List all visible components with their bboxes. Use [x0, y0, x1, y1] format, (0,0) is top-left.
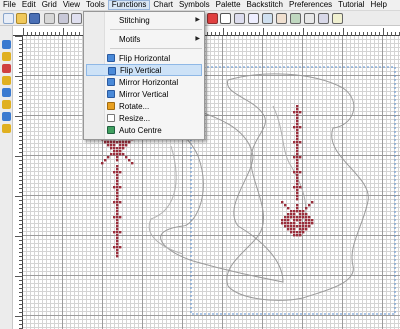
- preview-icon[interactable]: [304, 13, 315, 24]
- colour-icon[interactable]: [290, 13, 301, 24]
- menu-item-label: Motifs: [119, 34, 141, 44]
- menu-edit[interactable]: Edit: [19, 0, 39, 10]
- stitch-icon[interactable]: [220, 13, 231, 24]
- cross-stitch-motif-left[interactable]: [101, 129, 134, 258]
- functions-menu: Stitching ▶ Motifs ▶ Flip Horizontal Fli…: [83, 11, 205, 140]
- menu-item-label: Auto Centre: [119, 125, 162, 135]
- menu-grid[interactable]: Grid: [39, 0, 60, 10]
- menu-item-label: Rotate...: [119, 101, 150, 111]
- menu-item-label: Flip Horizontal: [119, 53, 171, 63]
- vertical-ruler: [13, 36, 23, 329]
- mirror-vertical-icon: [107, 90, 115, 98]
- pencil-tool-icon[interactable]: [2, 52, 11, 61]
- menu-tutorial[interactable]: Tutorial: [335, 0, 367, 10]
- menu-item-label: Stitching: [119, 15, 150, 25]
- picker-tool-icon[interactable]: [2, 124, 11, 133]
- eraser-tool-icon[interactable]: [2, 112, 11, 121]
- menu-item-stitching[interactable]: Stitching ▶: [84, 14, 204, 26]
- help-icon[interactable]: [332, 13, 343, 24]
- auto-centre-icon: [107, 126, 115, 134]
- menu-item-label: Mirror Horizontal: [119, 77, 179, 87]
- grid-icon[interactable]: [234, 13, 245, 24]
- palette-icon[interactable]: [207, 13, 218, 24]
- menu-item-rotate[interactable]: Rotate...: [84, 100, 204, 112]
- outline-inner-left: [148, 145, 184, 255]
- backstitch-tool-icon[interactable]: [2, 88, 11, 97]
- submenu-arrow-icon: ▶: [195, 17, 200, 23]
- menu-bar: File Edit Grid View Tools Functions Char…: [0, 0, 400, 11]
- backstitch-icon[interactable]: [262, 13, 273, 24]
- selection-rectangle[interactable]: [190, 66, 396, 315]
- menu-file[interactable]: File: [0, 0, 19, 10]
- zoom-icon[interactable]: [248, 13, 259, 24]
- menu-item-mirror-horizontal[interactable]: Mirror Horizontal: [84, 76, 204, 88]
- menu-separator: [110, 48, 202, 49]
- settings-icon[interactable]: [318, 13, 329, 24]
- flip-horizontal-icon: [107, 54, 115, 62]
- menu-item-flip-vertical[interactable]: Flip Vertical: [86, 64, 202, 76]
- cut-icon[interactable]: [58, 13, 69, 24]
- menu-preferences[interactable]: Preferences: [286, 0, 335, 10]
- menu-item-label: Mirror Vertical: [119, 89, 169, 99]
- design-layer: [99, 66, 396, 315]
- menu-chart[interactable]: Chart: [150, 0, 176, 10]
- menu-functions[interactable]: Functions: [107, 0, 151, 10]
- ruler-ticks: [23, 28, 400, 36]
- ruler-ticks-vertical: [15, 36, 23, 329]
- menu-item-mirror-vertical[interactable]: Mirror Vertical: [84, 88, 204, 100]
- tool-strip: [0, 26, 13, 329]
- menu-item-motifs[interactable]: Motifs ▶: [84, 33, 204, 45]
- flip-vertical-icon: [108, 67, 116, 75]
- menu-item-auto-centre[interactable]: Auto Centre: [84, 124, 204, 136]
- menu-separator: [110, 29, 202, 30]
- menu-item-label: Resize...: [119, 113, 151, 123]
- stitch-canvas[interactable]: [23, 36, 400, 329]
- resize-icon: [107, 114, 115, 122]
- rotate-icon: [107, 102, 115, 110]
- symbol-icon[interactable]: [276, 13, 287, 24]
- menu-help[interactable]: Help: [368, 0, 390, 10]
- cross-stitch-motif-right[interactable]: [281, 105, 314, 237]
- menu-tools[interactable]: Tools: [83, 0, 108, 10]
- half-stitch-tool-icon[interactable]: [2, 76, 11, 85]
- save-icon[interactable]: [29, 13, 40, 24]
- horizontal-ruler: [13, 26, 400, 36]
- open-folder-icon[interactable]: [16, 13, 27, 24]
- submenu-arrow-icon: ▶: [195, 36, 200, 42]
- print-icon[interactable]: [44, 13, 55, 24]
- menu-symbols[interactable]: Symbols: [176, 0, 213, 10]
- menu-backstitch[interactable]: Backstitch: [244, 0, 286, 10]
- fill-tool-icon[interactable]: [2, 100, 11, 109]
- menu-palette[interactable]: Palette: [213, 0, 244, 10]
- menu-item-flip-horizontal[interactable]: Flip Horizontal: [84, 52, 204, 64]
- menu-view[interactable]: View: [60, 0, 83, 10]
- menu-item-resize[interactable]: Resize...: [84, 112, 204, 124]
- copy-icon[interactable]: [71, 13, 82, 24]
- cross-stitch-tool-icon[interactable]: [2, 64, 11, 73]
- menu-item-label: Flip Vertical: [120, 65, 162, 75]
- select-tool-icon[interactable]: [2, 40, 11, 49]
- mirror-horizontal-icon: [107, 78, 115, 86]
- new-file-icon[interactable]: [3, 13, 14, 24]
